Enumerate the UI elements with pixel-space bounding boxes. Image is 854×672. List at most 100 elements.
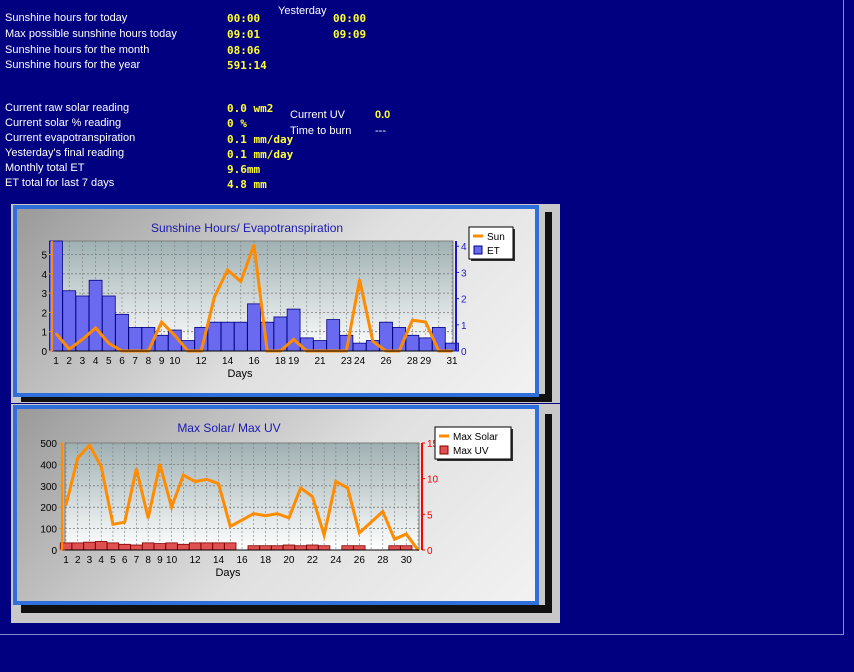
point-sun: [107, 342, 110, 345]
bar-et: [233, 321, 248, 352]
current-uv-value: 0.0: [375, 109, 391, 121]
bar-et: [88, 279, 103, 352]
bar-max-uv: [294, 545, 307, 551]
left-tick-label: 4: [41, 270, 47, 281]
legend-label-sun: Sun: [487, 232, 505, 243]
raw-solar-value: 0.0 wm2: [227, 102, 274, 115]
x-tick-label: 12: [190, 555, 202, 566]
point-sun: [226, 268, 229, 271]
legend-bar-swatch: [439, 445, 449, 455]
point-max-solar: [405, 532, 408, 535]
point-sun: [292, 338, 295, 341]
bar-max-uv: [71, 542, 84, 551]
bar-max-uv: [224, 542, 237, 551]
x-tick-label: 4: [98, 555, 104, 566]
point-max-solar: [123, 521, 126, 524]
point-max-solar: [205, 478, 208, 481]
sunshine-month-label: Sunshine hours for the month: [5, 44, 150, 56]
right-tick-label: 3: [461, 268, 467, 279]
yesterday-header: Yesterday: [278, 5, 327, 17]
point-max-solar: [381, 510, 384, 513]
point-sun: [411, 319, 414, 322]
point-max-solar: [135, 467, 138, 470]
x-tick-label: 2: [66, 356, 72, 367]
bar-et: [220, 321, 235, 352]
point-max-solar: [217, 482, 220, 485]
point-max-solar: [334, 480, 337, 483]
chart-title: Max Solar/ Max UV: [177, 421, 280, 435]
point-max-solar: [158, 463, 161, 466]
point-sun: [253, 243, 255, 246]
point-sun: [239, 280, 242, 283]
right-tick-label: 10: [427, 475, 439, 486]
x-tick-label: 14: [222, 356, 234, 367]
x-tick-label: 6: [119, 356, 125, 367]
chart-title: Sunshine Hours/ Evapotranspiration: [151, 221, 343, 235]
bar-et: [418, 337, 433, 352]
point-max-solar: [311, 495, 314, 498]
x-tick-label: 14: [213, 555, 225, 566]
bar-max-uv: [212, 542, 225, 551]
left-tick-label: 2: [41, 308, 47, 319]
left-tick-label: 400: [40, 460, 57, 471]
x-tick-label: 1: [63, 555, 69, 566]
x-tick-label: 29: [420, 356, 432, 367]
point-max-solar: [88, 444, 91, 447]
et-7days-label: ET total for last 7 days: [5, 177, 115, 189]
x-tick-label: 19: [288, 356, 300, 367]
x-tick-label: 18: [260, 555, 272, 566]
solar-uv-chart: Max Solar/ Max UV01002003004005000510151…: [40, 421, 513, 579]
point-max-solar: [276, 512, 279, 515]
bar-et: [128, 327, 143, 352]
raw-solar-label: Current raw solar reading: [5, 102, 130, 114]
x-tick-label: 5: [110, 555, 116, 566]
max-sunshine-yesterday-value: 09:09: [333, 28, 367, 41]
bar-max-uv: [165, 542, 178, 551]
bar-max-uv: [200, 542, 213, 551]
yesterday-final-label: Yesterday's final reading: [5, 147, 125, 159]
x-tick-label: 20: [283, 555, 295, 566]
bar-max-uv: [130, 544, 143, 551]
yesterday-final-value: 0.1 mm/day: [227, 148, 294, 161]
point-sun: [94, 326, 97, 329]
right-tick-label: 2: [461, 295, 467, 306]
sunshine-year-value: 591:14: [227, 59, 267, 72]
right-tick-label: 4: [461, 242, 467, 253]
x-tick-label: 7: [132, 356, 138, 367]
monthly-et-value: 9.6mm: [227, 163, 261, 176]
sunshine-chart-panel: Sunshine Hours/ Evapotranspiration 0 1 2 3 4 5…: [11, 204, 560, 403]
right-tick-label: 5: [427, 510, 433, 521]
x-tick-label: 26: [354, 555, 366, 566]
x-tick-label: 16: [248, 356, 260, 367]
bar-max-uv: [306, 544, 319, 551]
left-tick-label: 100: [40, 525, 57, 536]
point-max-solar: [346, 486, 349, 489]
point-sun: [358, 278, 361, 281]
x-tick-label: 9: [157, 555, 163, 566]
x-tick-label: 21: [314, 356, 326, 367]
x-tick-label: 2: [75, 555, 81, 566]
point-max-solar: [194, 480, 197, 483]
bar-max-uv: [400, 545, 413, 551]
point-max-solar: [111, 523, 114, 526]
sunshine-chart-card: Sunshine Hours/ Evapotranspiration 0 1 2 3 4 5…: [13, 205, 539, 397]
x-tick-label: 24: [330, 555, 342, 566]
legend-label-et: ET: [487, 246, 500, 257]
time-to-burn-label: Time to burn: [290, 125, 352, 137]
x-tick-label: 10: [166, 555, 178, 566]
x-tick-label: 28: [407, 356, 419, 367]
max-sunshine-today-value: 09:01: [227, 28, 261, 41]
point-sun: [371, 340, 374, 343]
x-tick-label: 10: [169, 356, 181, 367]
solar-percent-label: Current solar % reading: [5, 117, 122, 129]
bar-max-uv: [188, 542, 202, 551]
bar-et: [154, 334, 169, 352]
sunshine-year-label: Sunshine hours for the year: [5, 59, 141, 71]
bar-max-uv: [341, 545, 354, 551]
point-sun: [213, 295, 216, 298]
right-tick-label: 0: [427, 546, 433, 557]
point-sun: [424, 321, 427, 324]
bar-max-uv: [247, 545, 260, 551]
et-7days-value: 4.8 mm: [227, 178, 267, 191]
point-max-solar: [264, 514, 267, 517]
